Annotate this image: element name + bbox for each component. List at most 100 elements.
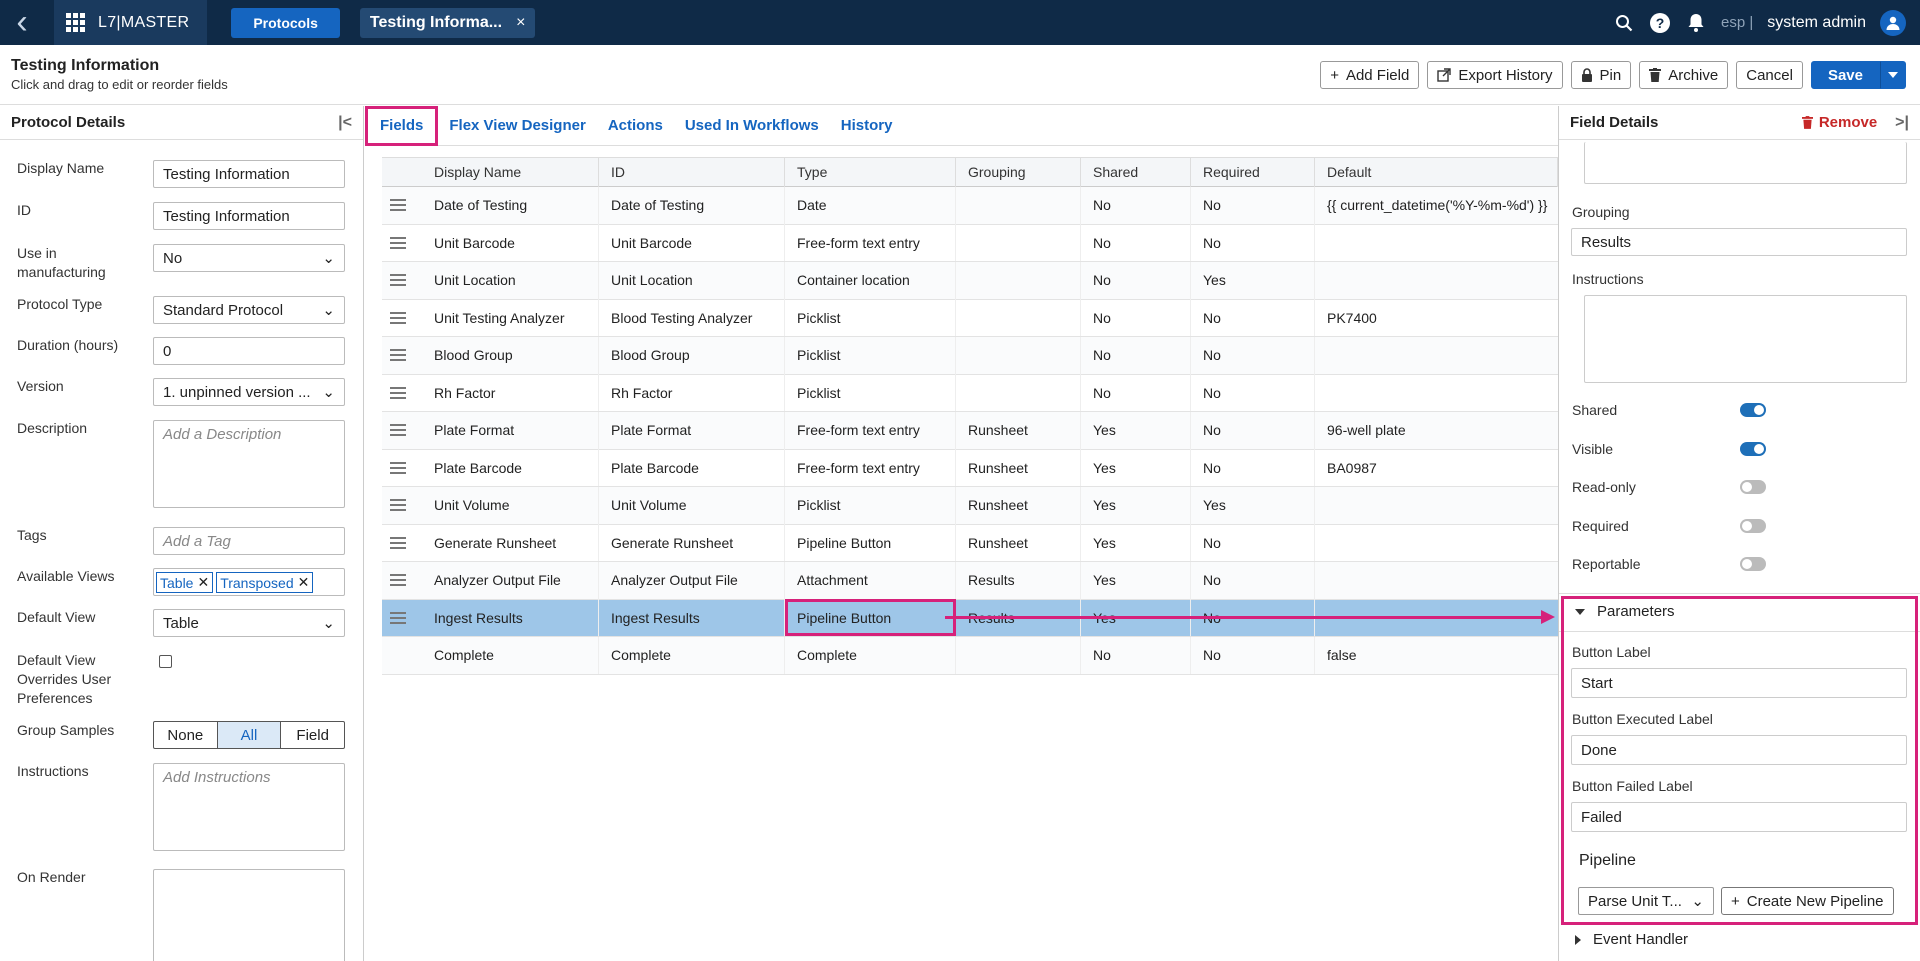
table-row[interactable]: Unit Location Unit Location Container loca… [382,261,1558,300]
column-header[interactable]: Display Name [422,157,599,187]
cancel-button[interactable]: Cancel [1736,61,1803,89]
drag-handle-icon[interactable] [390,574,406,587]
column-header[interactable]: Grouping [956,157,1081,187]
override-label: Default View Overrides User Preferences [17,652,112,706]
reportable-toggle[interactable] [1740,557,1766,571]
description-input[interactable]: Add a Description [153,420,345,508]
id-input[interactable]: Testing Information [153,202,345,230]
tab-actions[interactable]: Actions [597,106,674,146]
table-row[interactable]: Date of Testing Date of Testing Date No No{{… [382,186,1558,225]
default-view-select[interactable]: Table ⌄ [153,609,345,637]
tab-used-in-workflows[interactable]: Used In Workflows [674,106,830,146]
add-field-button[interactable]: + Add Field [1320,61,1420,89]
table-row[interactable]: Generate Runsheet Generate Runsheet Pipeli… [382,524,1558,562]
group-none-option[interactable]: None [154,722,218,748]
drag-handle-icon[interactable] [390,536,406,549]
drag-handle-icon[interactable] [390,386,406,399]
export-history-button[interactable]: Export History [1427,61,1563,89]
default-view-label: Default View [17,609,96,625]
table-row[interactable]: Complete Complete Complete No No false [382,636,1558,675]
column-header[interactable]: Required [1191,157,1315,187]
table-row[interactable]: Unit Barcode Unit Barcode Free-form text e… [382,224,1558,262]
save-options-button[interactable] [1880,61,1906,89]
on-render-input[interactable] [153,869,345,961]
table-cell: Yes [1081,561,1191,599]
drag-handle-icon[interactable] [390,349,406,362]
close-icon[interactable]: × [516,14,525,32]
views-input[interactable]: Table ✕ Transposed ✕ [153,568,345,596]
group-all-option[interactable]: All [217,722,282,748]
table-cell: Runsheet [956,411,1081,449]
duration-input[interactable]: 0 [153,337,345,365]
protocols-nav-button[interactable]: Protocols [231,7,340,38]
id-label: ID [17,202,31,218]
brand[interactable]: L7|MASTER [54,0,208,45]
close-icon[interactable]: ✕ [298,574,310,591]
drag-handle-icon[interactable] [390,311,406,324]
workspace-label: esp | [1721,14,1754,31]
protocol-type-select[interactable]: Standard Protocol ⌄ [153,296,345,324]
table-cell: Blood Testing Analyzer [599,299,785,337]
readonly-toggle[interactable] [1740,480,1766,494]
column-header[interactable]: ID [599,157,785,187]
caret-down-icon [1888,72,1898,78]
drag-handle-icon[interactable] [390,611,406,624]
trash-icon [1649,68,1662,82]
table-row[interactable]: Unit Testing Analyzer Blood Testing Analy… [382,299,1558,337]
avatar[interactable] [1880,9,1906,36]
version-select[interactable]: 1. unpinned version ... ⌄ [153,378,345,406]
remove-button[interactable]: Remove [1801,114,1877,131]
save-button[interactable]: Save [1810,61,1880,89]
grouping-input[interactable]: Results [1571,228,1907,256]
search-icon[interactable] [1613,12,1635,34]
visible-toggle[interactable] [1740,442,1766,456]
column-header[interactable]: Shared [1081,157,1191,187]
table-cell: Date of Testing [599,186,785,224]
drag-handle-icon[interactable] [390,499,406,512]
column-header[interactable]: Default [1315,157,1558,187]
required-toggle[interactable] [1740,519,1766,533]
table-row[interactable]: Blood Group Blood Group Picklist No No [382,336,1558,375]
bell-icon[interactable] [1685,12,1707,34]
column-header[interactable]: Type [785,157,956,187]
user-name[interactable]: system admin [1767,14,1866,32]
drag-handle-icon[interactable] [390,199,406,212]
table-row[interactable]: Plate Barcode Plate Barcode Free-form text… [382,449,1558,487]
open-tab[interactable]: Testing Informa... × [359,7,536,38]
drag-handle-icon[interactable] [390,274,406,287]
table-row[interactable]: Plate Format Plate Format Free-form text e… [382,411,1558,450]
table-cell: Generate Runsheet [422,524,599,562]
collapse-right-icon[interactable]: >| [1895,114,1909,132]
tags-input[interactable]: Add a Tag [153,527,345,555]
field-text-area[interactable] [1584,142,1907,184]
table-cell: No [1191,224,1315,262]
instructions-input[interactable]: Add Instructions [153,763,345,851]
group-samples-toggle: None All Field [153,721,345,749]
table-row[interactable]: Rh Factor Rh Factor Picklist No No [382,374,1558,412]
drag-handle-icon[interactable] [390,236,406,249]
table-cell: Plate Format [422,411,599,449]
tab-history[interactable]: History [830,106,904,146]
override-checkbox[interactable] [159,655,172,668]
close-icon[interactable]: ✕ [197,574,209,591]
archive-button[interactable]: Archive [1639,61,1729,89]
drag-handle-icon[interactable] [390,461,406,474]
help-icon[interactable]: ? [1649,12,1671,34]
table-cell: No [1081,299,1191,337]
tab-fields[interactable]: Fields [365,105,439,146]
use-mfg-select[interactable]: No ⌄ [153,244,345,272]
table-row[interactable]: Analyzer Output File Analyzer Output File… [382,561,1558,600]
display-name-input[interactable]: Testing Information [153,160,345,188]
table-cell: Analyzer Output File [422,561,599,599]
table-row[interactable]: Unit Volume Unit Volume Picklist Runsheet Ye… [382,486,1558,525]
shared-toggle[interactable] [1740,403,1766,417]
event-handler-section-header[interactable]: Event Handler [1575,931,1688,948]
group-field-option[interactable]: Field [281,722,344,748]
instructions-input[interactable] [1584,295,1907,383]
tab-flex-view-designer[interactable]: Flex View Designer [438,106,596,146]
pin-button[interactable]: Pin [1570,61,1632,89]
back-icon[interactable]: ‹ [0,0,44,45]
table-cell: Complete [599,636,785,674]
collapse-left-icon[interactable]: |< [338,114,352,132]
drag-handle-icon[interactable] [390,424,406,437]
